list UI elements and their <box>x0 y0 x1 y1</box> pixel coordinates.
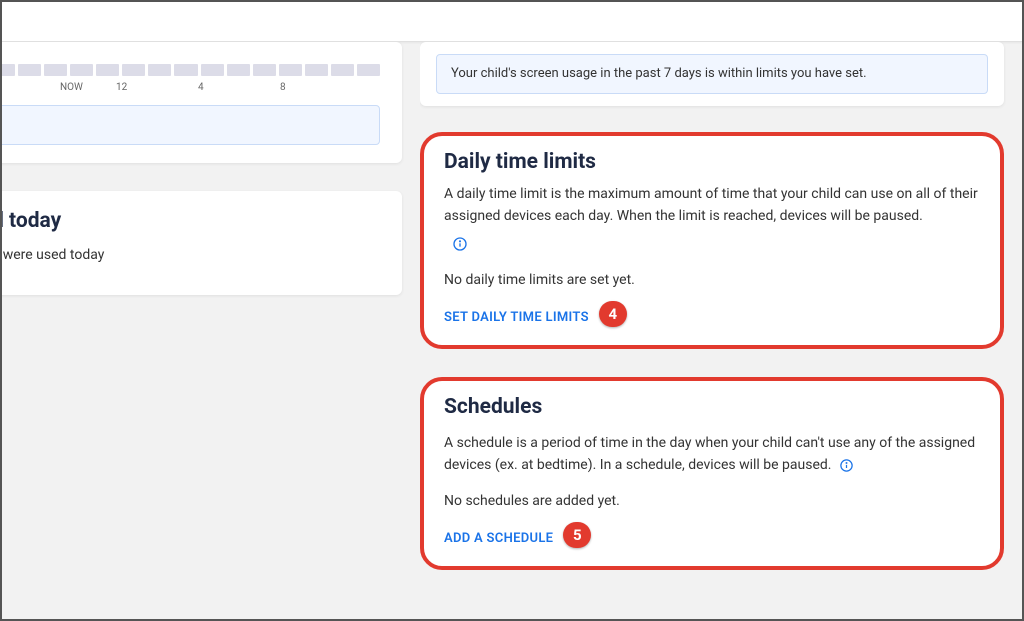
timeline-segment <box>201 64 224 76</box>
timeline-segment <box>122 64 145 76</box>
schedules-card: Schedules A schedule is a period of time… <box>420 377 1004 570</box>
timeline-segment <box>174 64 197 76</box>
weekly-usage-text: Your child's screen usage in the past 7 … <box>451 66 867 81</box>
timeline-segment <box>96 64 119 76</box>
daily-time-limits-card: Daily time limits A daily time limit is … <box>420 132 1004 349</box>
daily-limits-description: A daily time limit is the maximum amount… <box>444 184 980 227</box>
used-today-card: d today s were used today <box>2 191 402 295</box>
add-a-schedule-button[interactable]: ADD A SCHEDULE <box>444 531 553 546</box>
timeline-segment <box>44 64 67 76</box>
weekly-usage-card: Your child's screen usage in the past 7 … <box>420 42 1004 106</box>
used-today-body: s were used today <box>2 245 380 267</box>
timeline-segment <box>305 64 328 76</box>
timeline-segment <box>331 64 354 76</box>
weekly-usage-banner: Your child's screen usage in the past 7 … <box>436 54 988 94</box>
used-today-title: d today <box>2 209 380 233</box>
set-daily-time-limits-button[interactable]: SET DAILY TIME LIMITS <box>444 310 589 325</box>
schedules-description: A schedule is a period of time in the da… <box>444 433 980 476</box>
timeline-label-now: NOW <box>2 82 116 93</box>
schedules-empty-state: No schedules are added yet. <box>444 491 980 513</box>
daily-limits-title: Daily time limits <box>444 150 980 174</box>
callout-badge-5: 5 <box>563 522 591 548</box>
timeline-segment <box>253 64 276 76</box>
daily-limits-empty-state: No daily time limits are set yet. <box>444 270 980 292</box>
usage-timeline <box>2 64 380 76</box>
top-bar <box>2 2 1022 42</box>
usage-timeline-card: NOW 12 4 8 yet. <box>2 42 402 163</box>
info-icon[interactable] <box>452 236 980 256</box>
schedules-title: Schedules <box>444 395 980 419</box>
callout-badge-4: 4 <box>599 301 627 327</box>
timeline-segment <box>227 64 250 76</box>
timeline-segment <box>18 64 41 76</box>
timeline-label-8: 8 <box>280 82 362 93</box>
timeline-segment <box>70 64 93 76</box>
timeline-axis-labels: NOW 12 4 8 <box>2 82 380 93</box>
timeline-segment <box>279 64 302 76</box>
usage-status-banner: yet. <box>2 105 380 145</box>
schedules-description-text: A schedule is a period of time in the da… <box>444 435 975 473</box>
timeline-segment <box>148 64 171 76</box>
info-icon[interactable] <box>839 458 854 473</box>
timeline-label-12: 12 <box>116 82 198 93</box>
timeline-label-4: 4 <box>198 82 280 93</box>
timeline-segment <box>2 64 15 76</box>
timeline-segment <box>357 64 380 76</box>
